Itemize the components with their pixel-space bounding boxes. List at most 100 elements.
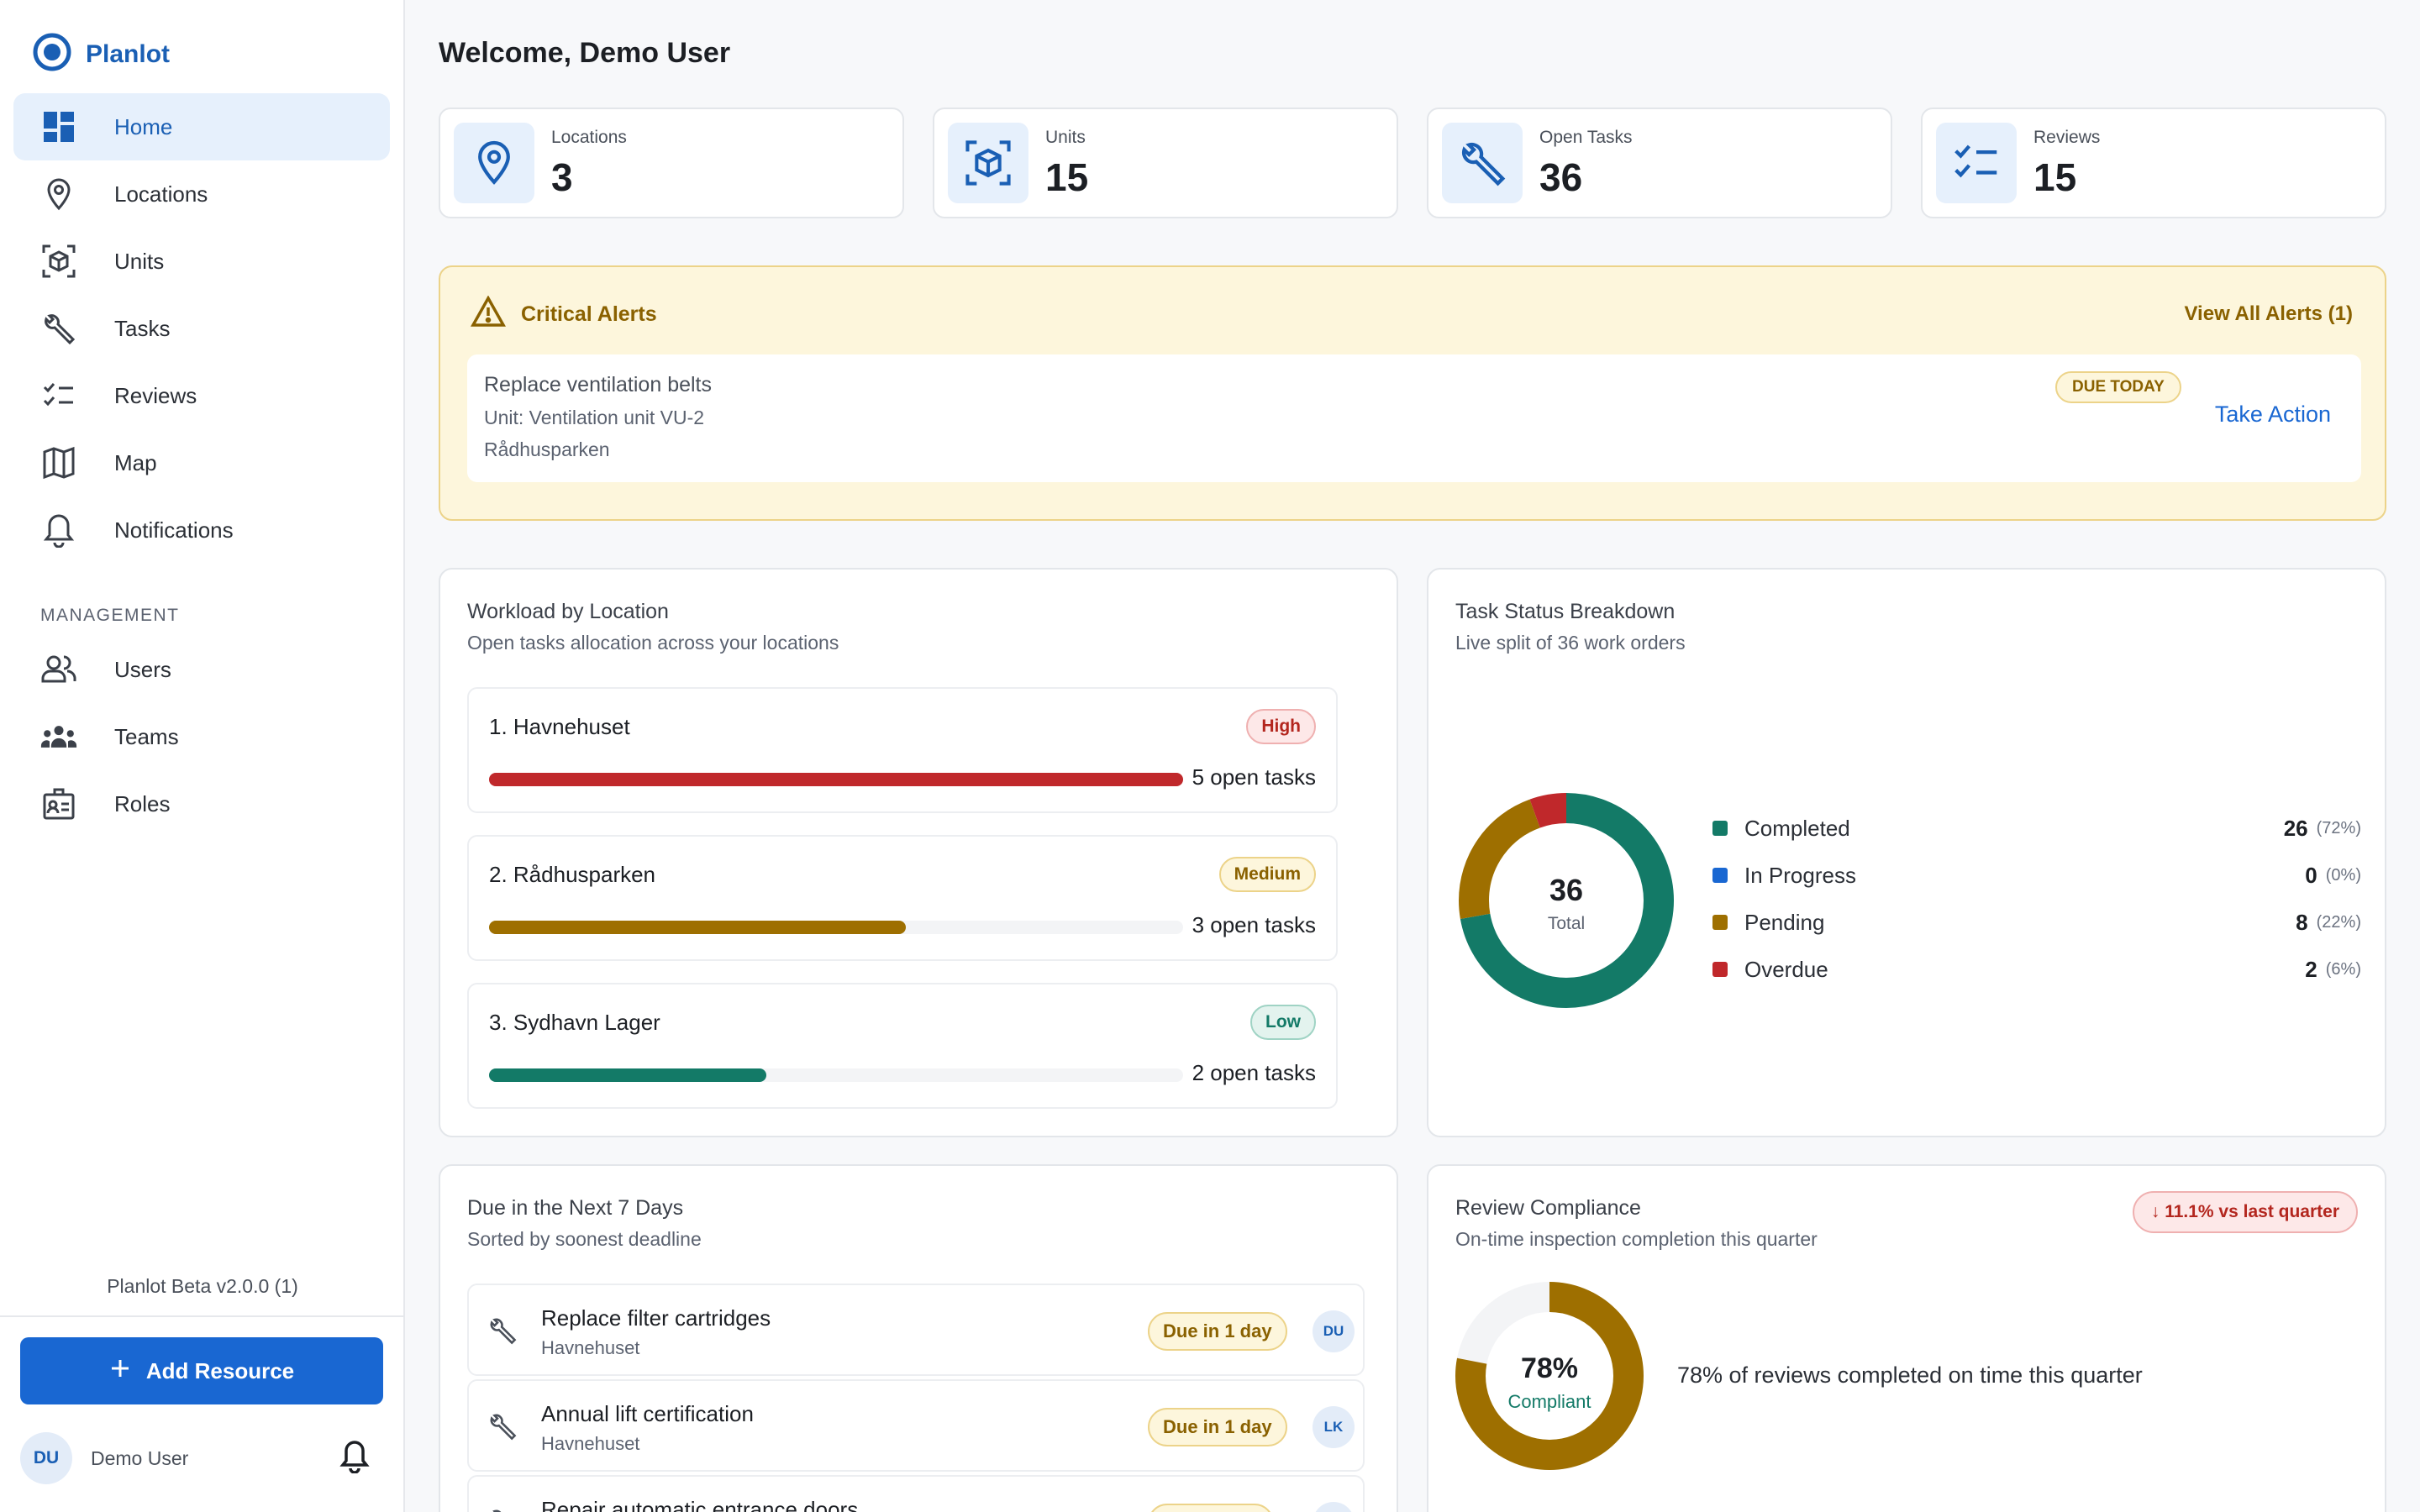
stat-label: Open Tasks — [1539, 128, 1633, 147]
critical-alerts-panel: Critical Alerts View All Alerts (1) Repl… — [439, 265, 2386, 521]
due-task-row[interactable]: Annual lift certification Havnehuset Due… — [467, 1379, 1365, 1472]
workload-item[interactable]: 1. Havnehuset High 5 open tasks — [467, 687, 1338, 813]
sidebar-item-label: Home — [114, 113, 173, 139]
workload-item[interactable]: 3. Sydhavn Lager Low 2 open tasks — [467, 983, 1338, 1109]
due-task-row[interactable]: Replace filter cartridges Havnehuset Due… — [467, 1284, 1365, 1376]
legend-swatch — [1712, 868, 1728, 883]
sidebar-item-label: Locations — [114, 181, 208, 207]
stat-card-reviews[interactable]: Reviews 15 — [1921, 108, 2386, 218]
wrench-icon — [487, 1507, 518, 1512]
planlot-logo-icon — [32, 32, 72, 76]
wrench-icon — [40, 310, 77, 347]
user-name: Demo User — [91, 1446, 189, 1469]
card-title: Task Status Breakdown — [1455, 600, 1676, 623]
workload-bar — [489, 773, 1183, 786]
avatar[interactable]: DU — [20, 1432, 72, 1484]
sidebar-item-map[interactable]: Map — [13, 429, 390, 496]
legend-value: 8 — [2296, 909, 2308, 935]
sidebar-nav: Home Locations Units Tasks Reviews Map N… — [13, 93, 390, 837]
sidebar-divider — [0, 1315, 405, 1317]
stat-card-units[interactable]: Units 15 — [933, 108, 1398, 218]
legend-percent: (0%) — [2325, 865, 2361, 885]
workload-item[interactable]: 2. Rådhusparken Medium 3 open tasks — [467, 835, 1338, 961]
stat-value: 36 — [1539, 155, 1583, 199]
sidebar-item-users[interactable]: Users — [13, 636, 390, 703]
sidebar-item-label: Teams — [114, 723, 179, 749]
workload-bar — [489, 921, 1183, 934]
stat-card-open-tasks[interactable]: Open Tasks 36 — [1427, 108, 1892, 218]
app-version: Planlot Beta v2.0.0 (1) — [107, 1275, 298, 1297]
brand[interactable]: Planlot — [32, 32, 170, 76]
task-location: Havnehuset — [541, 1433, 640, 1454]
task-name: Repair automatic entrance doors — [541, 1497, 859, 1512]
location-pin-icon — [40, 176, 77, 213]
card-subtitle: Sorted by soonest deadline — [467, 1228, 702, 1250]
sidebar-item-roles[interactable]: Roles — [13, 770, 390, 837]
sidebar-item-label: Reviews — [114, 382, 197, 408]
task-status-donut: 36 Total — [1459, 793, 1674, 1008]
due-task-row[interactable]: Repair automatic entrance doors — [467, 1475, 1365, 1512]
stat-card-locations[interactable]: Locations 3 — [439, 108, 904, 218]
alert-unit: Unit: Ventilation unit VU-2 — [484, 407, 705, 428]
due-today-badge: DUE TODAY — [2055, 371, 2181, 403]
sidebar-item-notifications[interactable]: Notifications — [13, 496, 390, 564]
users-icon — [40, 651, 77, 688]
sidebar-item-label: Map — [114, 449, 157, 475]
alert-location: Rådhusparken — [484, 438, 610, 460]
add-resource-button[interactable]: Add Resource — [20, 1337, 383, 1404]
legend-swatch — [1712, 821, 1728, 836]
alerts-title: Critical Alerts — [521, 302, 657, 326]
map-icon — [40, 444, 77, 481]
donut-total-label: Total — [1548, 914, 1585, 933]
donut-total: 36 — [1549, 873, 1583, 907]
card-subtitle: Open tasks allocation across your locati… — [467, 632, 839, 654]
stat-value: 3 — [551, 155, 573, 199]
warning-icon — [471, 295, 506, 332]
priority-badge: Low — [1250, 1005, 1316, 1040]
workload-bar-fill — [489, 773, 1183, 786]
stat-label: Reviews — [2033, 128, 2101, 147]
bell-icon[interactable] — [339, 1440, 370, 1478]
legend-label: Completed — [1744, 815, 1850, 841]
sidebar-item-tasks[interactable]: Tasks — [13, 295, 390, 362]
workload-bar-fill — [489, 1068, 767, 1082]
view-all-alerts-link[interactable]: View All Alerts (1) — [2184, 302, 2353, 326]
badge-icon — [40, 785, 77, 822]
legend-value: 0 — [2305, 862, 2317, 888]
open-task-count: 5 open tasks — [1192, 764, 1316, 790]
due-badge — [1148, 1504, 1274, 1512]
workload-bar-fill — [489, 921, 906, 934]
sidebar-item-reviews[interactable]: Reviews — [13, 362, 390, 429]
due-badge: Due in 1 day — [1148, 1408, 1287, 1446]
user-profile: DU Demo User — [20, 1431, 383, 1485]
open-task-count: 3 open tasks — [1192, 912, 1316, 937]
review-compliance-card: Review Compliance On-time inspection com… — [1427, 1164, 2386, 1512]
workload-card: Workload by Location Open tasks allocati… — [439, 568, 1398, 1137]
workload-bar — [489, 1068, 1183, 1082]
brand-name: Planlot — [86, 39, 171, 68]
alert-item[interactable]: Replace ventilation belts Unit: Ventilat… — [467, 354, 2361, 482]
priority-badge: High — [1246, 709, 1316, 744]
sidebar-item-label: Roles — [114, 790, 171, 816]
task-status-card: Task Status Breakdown Live split of 36 w… — [1427, 568, 2386, 1137]
wrench-icon — [487, 1315, 518, 1350]
sidebar-item-locations[interactable]: Locations — [13, 160, 390, 228]
legend-percent: (6%) — [2325, 959, 2361, 979]
legend-label: Pending — [1744, 909, 1825, 935]
task-location: Havnehuset — [541, 1337, 640, 1358]
legend-value: 26 — [2283, 815, 2308, 841]
sidebar-item-home[interactable]: Home — [13, 93, 390, 160]
take-action-button[interactable]: Take Action — [2215, 402, 2331, 428]
task-name: Annual lift certification — [541, 1401, 754, 1426]
legend-label: Overdue — [1744, 956, 1828, 982]
card-title: Workload by Location — [467, 600, 669, 623]
open-task-count: 2 open tasks — [1192, 1060, 1316, 1085]
sidebar-item-teams[interactable]: Teams — [13, 703, 390, 770]
page-title: Welcome, Demo User — [439, 37, 731, 69]
sidebar-item-units[interactable]: Units — [13, 228, 390, 295]
wrench-icon — [1442, 123, 1523, 203]
compliance-description: 78% of reviews completed on time this qu… — [1677, 1362, 2143, 1388]
compliance-gauge: 78% Compliant — [1455, 1282, 1644, 1470]
due-soon-card: Due in the Next 7 Days Sorted by soonest… — [439, 1164, 1398, 1512]
assignee-avatar: LK — [1313, 1406, 1355, 1448]
